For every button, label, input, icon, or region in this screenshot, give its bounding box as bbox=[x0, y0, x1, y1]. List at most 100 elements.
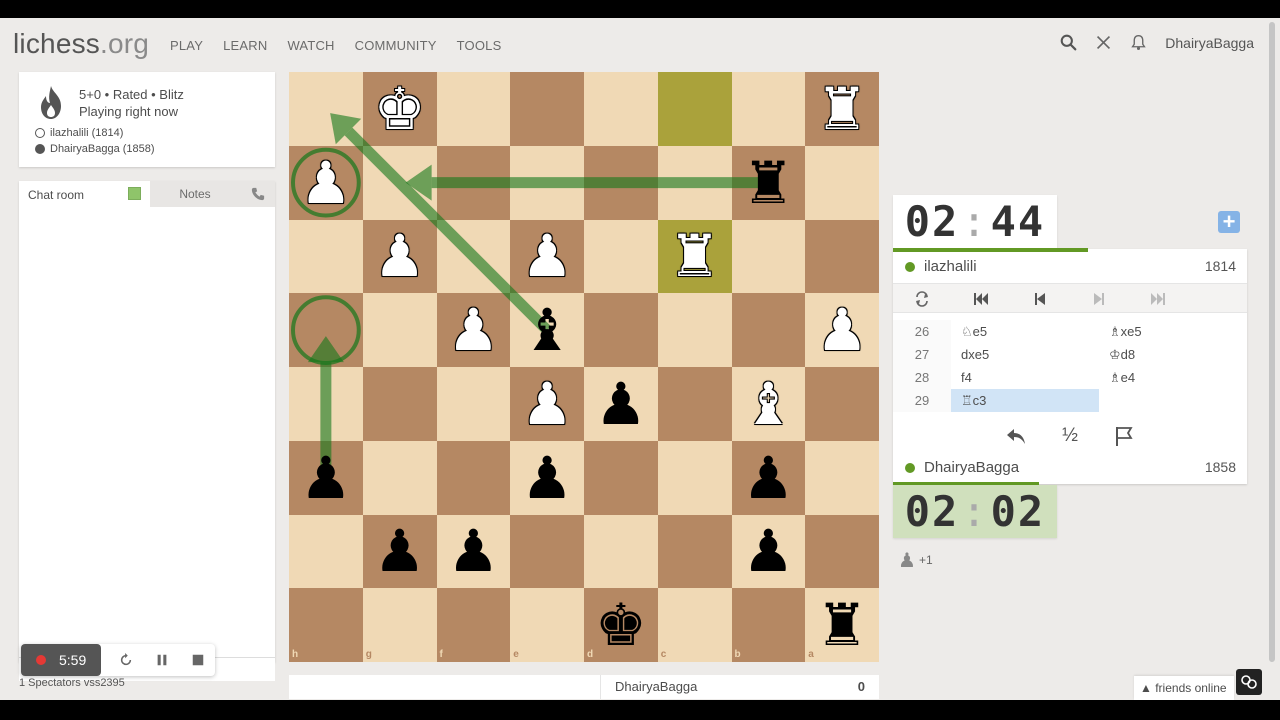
square-a7[interactable] bbox=[805, 514, 879, 589]
square-h1[interactable] bbox=[289, 72, 363, 146]
square-d6[interactable] bbox=[584, 440, 658, 515]
piece-a1[interactable]: ♜ bbox=[805, 72, 879, 146]
white-move[interactable]: ♖c3 bbox=[951, 389, 1099, 412]
piece-g7[interactable]: ♟ bbox=[363, 515, 437, 589]
square-f1[interactable] bbox=[436, 72, 511, 146]
takeback-icon[interactable] bbox=[1005, 425, 1027, 447]
tab-notes[interactable]: Notes bbox=[150, 181, 240, 207]
square-c2[interactable] bbox=[657, 145, 732, 220]
friends-online-button[interactable]: ▲ friends online bbox=[1134, 676, 1234, 700]
extension-badge-icon[interactable] bbox=[1236, 669, 1262, 695]
square-c4[interactable] bbox=[657, 293, 732, 367]
square-d7[interactable] bbox=[584, 514, 658, 589]
black-move[interactable]: ♔d8 bbox=[1099, 343, 1247, 366]
square-f2[interactable] bbox=[436, 145, 511, 220]
square-d3[interactable] bbox=[584, 219, 658, 294]
next-move-icon[interactable] bbox=[1091, 291, 1107, 307]
square-c6[interactable] bbox=[657, 440, 732, 515]
square-a6[interactable] bbox=[805, 440, 879, 515]
black-move[interactable]: ♗e4 bbox=[1099, 366, 1247, 389]
square-d4[interactable] bbox=[584, 293, 658, 367]
square-e1[interactable] bbox=[510, 72, 584, 146]
stop-icon[interactable] bbox=[191, 653, 205, 667]
piece-a4[interactable]: ♟ bbox=[805, 293, 879, 367]
chess-board[interactable]: 12345678hgfedcba ♚ ♜ ♟ ♜ ♟ ♟ ♜ ♟ ♝ ♟ ♟ ♟ ♝ ♟ ♟ ♟ ♟ ♟ ♟ ♚ ♜ bbox=[289, 72, 879, 662]
phone-icon[interactable] bbox=[251, 187, 265, 201]
tab-chat-room[interactable]: Chat room bbox=[19, 181, 150, 207]
square-a5[interactable] bbox=[805, 367, 879, 441]
square-b3[interactable] bbox=[731, 219, 806, 294]
piece-e4[interactable]: ♝ bbox=[510, 293, 584, 367]
square-f3[interactable] bbox=[436, 219, 511, 294]
search-icon[interactable] bbox=[1060, 34, 1077, 51]
pause-icon[interactable] bbox=[155, 653, 169, 667]
resign-flag-icon[interactable] bbox=[1113, 425, 1135, 447]
first-move-icon[interactable] bbox=[973, 291, 989, 307]
square-b1[interactable] bbox=[731, 72, 806, 146]
add-time-button[interactable]: + bbox=[1218, 211, 1240, 233]
square-a3[interactable] bbox=[805, 219, 879, 294]
restart-icon[interactable] bbox=[119, 653, 133, 667]
last-move-icon[interactable] bbox=[1150, 291, 1166, 307]
piece-h6[interactable]: ♟ bbox=[289, 441, 363, 515]
lichess-logo[interactable]: lichess.org bbox=[13, 28, 149, 60]
piece-e3[interactable]: ♟ bbox=[510, 220, 584, 294]
square-f6[interactable] bbox=[436, 440, 511, 515]
piece-a8[interactable]: ♜ bbox=[805, 588, 879, 662]
white-move[interactable]: f4 bbox=[951, 366, 1099, 389]
square-g6[interactable] bbox=[362, 440, 437, 515]
piece-f4[interactable]: ♟ bbox=[437, 293, 511, 367]
nav-learn[interactable]: LEARN bbox=[223, 38, 267, 53]
black-move[interactable] bbox=[1099, 389, 1247, 412]
piece-b7[interactable]: ♟ bbox=[732, 515, 806, 589]
piece-f7[interactable]: ♟ bbox=[437, 515, 511, 589]
square-e7[interactable] bbox=[510, 514, 584, 589]
piece-e5[interactable]: ♟ bbox=[510, 367, 584, 441]
square-c5[interactable] bbox=[657, 367, 732, 441]
square-h8[interactable] bbox=[289, 588, 363, 662]
square-h4[interactable] bbox=[289, 293, 363, 367]
chat-toggle-checkbox[interactable] bbox=[128, 187, 141, 200]
square-g5[interactable] bbox=[362, 367, 437, 441]
square-b8[interactable] bbox=[731, 588, 806, 662]
flip-board-icon[interactable] bbox=[914, 291, 930, 307]
square-d2[interactable] bbox=[584, 145, 658, 220]
offer-draw-button[interactable]: ½ bbox=[1059, 425, 1081, 447]
square-c7[interactable] bbox=[657, 514, 732, 589]
square-a2[interactable] bbox=[805, 145, 879, 220]
square-h7[interactable] bbox=[289, 514, 363, 589]
nav-community[interactable]: COMMUNITY bbox=[355, 38, 437, 53]
prev-move-icon[interactable] bbox=[1032, 291, 1048, 307]
piece-c3[interactable]: ♜ bbox=[658, 220, 732, 294]
player-bar-name[interactable]: DhairyaBagga bbox=[615, 679, 697, 694]
square-e8[interactable] bbox=[510, 588, 584, 662]
notification-bell-icon[interactable] bbox=[1130, 34, 1147, 51]
piece-h2[interactable]: ♟ bbox=[289, 146, 363, 220]
square-d1[interactable] bbox=[584, 72, 658, 146]
square-e2[interactable] bbox=[510, 145, 584, 220]
square-h5[interactable] bbox=[289, 367, 363, 441]
nav-tools[interactable]: TOOLS bbox=[457, 38, 502, 53]
player-name[interactable]: DhairyaBagga bbox=[924, 459, 1019, 476]
piece-g1[interactable]: ♚ bbox=[363, 72, 437, 146]
nav-watch[interactable]: WATCH bbox=[287, 38, 334, 53]
user-menu[interactable]: DhairyaBagga bbox=[1165, 35, 1254, 51]
square-h3[interactable] bbox=[289, 219, 363, 294]
piece-b2[interactable]: ♜ bbox=[732, 146, 806, 220]
square-f5[interactable] bbox=[436, 367, 511, 441]
square-c1[interactable] bbox=[657, 72, 732, 146]
square-b4[interactable] bbox=[731, 293, 806, 367]
white-player-info[interactable]: ilazhalili (1814) bbox=[35, 127, 123, 139]
square-g8[interactable] bbox=[362, 588, 437, 662]
opponent-name[interactable]: ilazhalili bbox=[924, 258, 977, 275]
black-player-info[interactable]: DhairyaBagga (1858) bbox=[35, 143, 155, 155]
square-g4[interactable] bbox=[362, 293, 437, 367]
square-g2[interactable] bbox=[362, 145, 437, 220]
black-move[interactable]: ♗xe5 bbox=[1099, 320, 1247, 343]
piece-e6[interactable]: ♟ bbox=[510, 441, 584, 515]
nav-play[interactable]: PLAY bbox=[170, 38, 203, 53]
piece-g3[interactable]: ♟ bbox=[363, 220, 437, 294]
square-c8[interactable] bbox=[657, 588, 732, 662]
challenge-swords-icon[interactable] bbox=[1095, 34, 1112, 51]
piece-d5[interactable]: ♟ bbox=[584, 367, 658, 441]
